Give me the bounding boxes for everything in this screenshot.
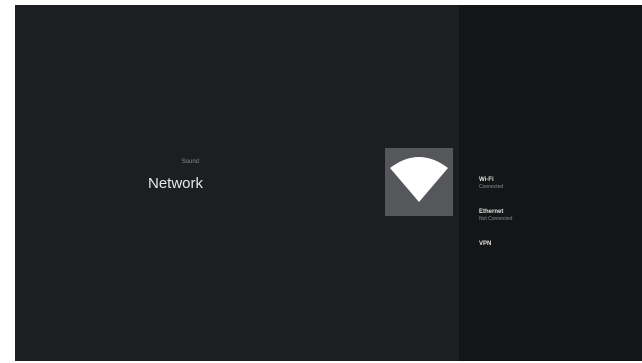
menu-item-wifi[interactable]: Wi-Fi Connected (479, 176, 629, 208)
menu-item-label: Ethernet (479, 209, 504, 215)
menu-item-label: VPN (479, 241, 492, 247)
breadcrumb: Sound (181, 159, 199, 165)
page-title: Network (147, 175, 203, 192)
menu-item-vpn[interactable]: VPN (479, 240, 629, 272)
network-menu: Wi-Fi Connected Ethernet Not Connected V… (479, 176, 629, 272)
network-icon-tile (385, 148, 453, 216)
main-area: Sound Network (15, 5, 459, 361)
tv-screen: Sound Network Wi-Fi Connected Ethernet N… (15, 5, 642, 361)
menu-item-ethernet[interactable]: Ethernet Not Connected (479, 208, 629, 240)
menu-item-label: Wi-Fi (479, 177, 494, 183)
menu-item-status: Connected (479, 184, 504, 190)
menu-item-status: Not Connected (479, 216, 513, 222)
wifi-icon (390, 157, 448, 202)
